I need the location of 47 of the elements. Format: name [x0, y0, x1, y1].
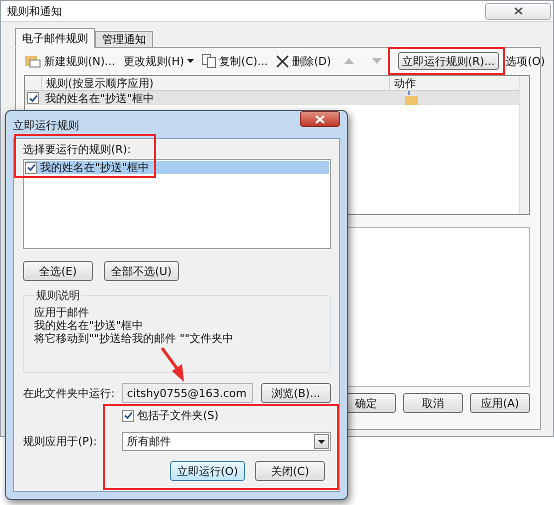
new-rule-button[interactable]: 新建规则(N)...: [24, 54, 116, 68]
folder-icon: [405, 91, 418, 105]
checkbox[interactable]: [27, 92, 39, 104]
select-button[interactable]: 全选(E): [23, 261, 93, 281]
description-line: 将它移动到""抄送给我的邮件 ""文件夹中: [34, 332, 235, 345]
options-button[interactable]: 选项(O): [504, 54, 546, 68]
description-line: 我的姓名在"抄送"框中: [34, 319, 144, 332]
close-icon: [514, 7, 522, 15]
run-rules-button[interactable]: 立即运行规则(R)...: [398, 52, 499, 70]
arrow: [160, 347, 184, 382]
caret-icon: [187, 59, 194, 63]
window-title: 规则和通知: [7, 4, 62, 18]
action-button[interactable]: 关闭(C): [255, 461, 325, 481]
checkbox-label: 包括子文件夹(S): [137, 409, 219, 422]
folder-field[interactable]: citshy0755@163.com: [122, 383, 253, 403]
change-rule-menu[interactable]: 更改规则(H): [122, 54, 196, 68]
action-button[interactable]: 立即运行(O): [170, 461, 245, 481]
list-label: 选择要运行的规则(R):: [23, 143, 132, 156]
apply-label: 规则应用于(P):: [23, 435, 98, 448]
apply-dropdown[interactable]: 所有邮件: [122, 432, 331, 451]
checkbox[interactable]: [25, 162, 37, 174]
dialog-title: 立即运行规则: [13, 119, 79, 132]
tab[interactable]: 电子邮件规则: [15, 28, 95, 48]
table-row[interactable]: 我的姓名在"抄送"框中: [25, 91, 519, 105]
select-button[interactable]: 全部不选(U): [104, 261, 179, 281]
copy-button[interactable]: 复制(C)...: [201, 54, 269, 68]
folder-envelope-icon: [25, 54, 41, 68]
column-header[interactable]: 规则(按显示顺序应用): [41, 76, 389, 90]
close-icon: [315, 114, 325, 124]
tab[interactable]: 管理通知: [95, 31, 153, 48]
close-button[interactable]: [485, 2, 551, 20]
browse-button[interactable]: 浏览(B)...: [261, 383, 331, 403]
dialog-button[interactable]: 取消: [403, 393, 463, 413]
folder-label: 在此文件夹中运行:: [23, 386, 116, 400]
rule-name: 我的姓名在"抄送"框中: [40, 161, 150, 174]
list-item[interactable]: 我的姓名在"抄送"框中: [25, 161, 329, 174]
description-line: 应用于邮件: [34, 306, 90, 319]
close-button[interactable]: [300, 111, 340, 127]
dialog-button[interactable]: 应用(A): [470, 393, 530, 413]
table-cell-text: 我的姓名在"抄送"框中: [44, 92, 156, 104]
checkbox[interactable]: [122, 410, 134, 422]
copy-icon: [202, 54, 216, 68]
scrollbar[interactable]: [519, 76, 529, 214]
group-title: 规则说明: [35, 289, 81, 302]
caret-icon: [318, 440, 325, 444]
delete-button[interactable]: 删除(D): [274, 54, 332, 68]
close-icon: [276, 54, 289, 68]
